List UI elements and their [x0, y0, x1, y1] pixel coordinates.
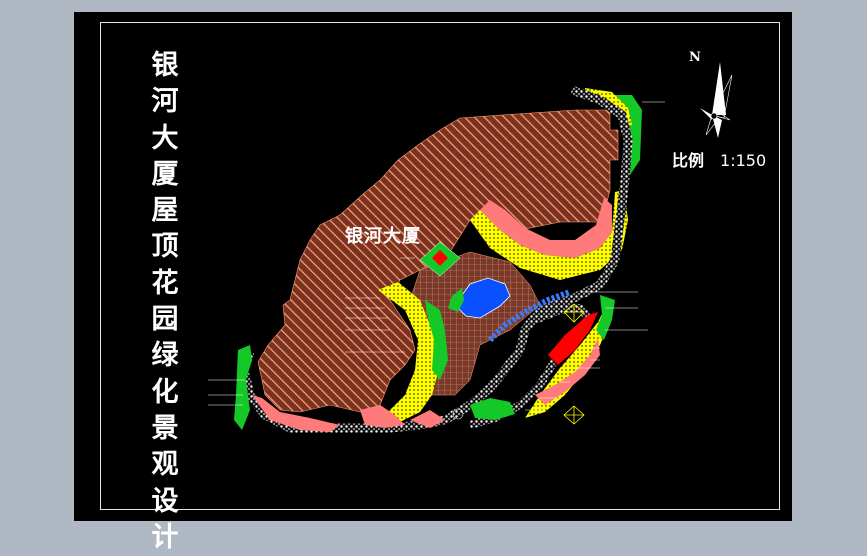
gazebo-marker-bottom	[563, 405, 585, 425]
scale-label: 比例	[672, 151, 705, 170]
garden-green-right	[596, 295, 615, 340]
north-label: N	[689, 50, 701, 65]
site-plan	[208, 62, 733, 433]
north-arrow-icon	[700, 62, 733, 138]
scale-note: 比例 1:150	[672, 147, 766, 171]
scale-value: 1:150	[720, 151, 767, 170]
building-label: 银河大厦	[345, 226, 421, 247]
